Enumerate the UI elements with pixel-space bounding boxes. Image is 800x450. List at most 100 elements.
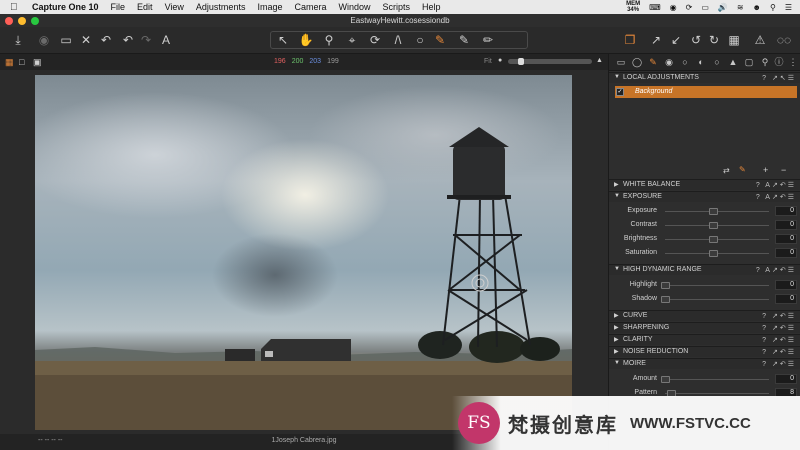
menu-app-name[interactable]: Capture One 10 (32, 2, 99, 12)
zoom-slider[interactable] (508, 58, 592, 65)
slider-knob[interactable] (709, 250, 718, 257)
single-view-icon[interactable]: □ (19, 57, 24, 67)
pointer-tool-icon[interactable]: ↖ (275, 32, 291, 48)
spot-tool-icon[interactable]: ○ (412, 32, 428, 48)
tab-output-icon[interactable]: ▢ (743, 57, 755, 68)
menu-scripts[interactable]: Scripts (383, 2, 411, 12)
layer-visible-checkbox[interactable]: ✓ (616, 88, 624, 96)
tab-library-icon[interactable]: ▭ (615, 57, 627, 68)
tab-lens-icon[interactable]: ○ (711, 57, 723, 68)
clarity-header[interactable]: ▶ CLARITY ? ↗↶☰ (609, 334, 800, 345)
undo-icon[interactable]: ↶ (120, 32, 136, 48)
camera-icon[interactable]: ◉ (36, 32, 52, 48)
local-adjustments-header[interactable]: ▼ LOCAL ADJUSTMENTS ? ↗↖☰ (609, 72, 800, 83)
eye-icon[interactable]: ◉ (670, 3, 677, 12)
menu-camera[interactable]: Camera (294, 2, 326, 12)
slider-value-input[interactable]: 0 (775, 294, 797, 304)
section-tools-icon[interactable]: ? ↗↖☰ (762, 74, 796, 82)
annotate-tool-icon[interactable]: ✏ (480, 32, 496, 48)
tab-search-icon[interactable]: ⚲ (759, 57, 771, 68)
slider-track[interactable] (665, 285, 769, 286)
pan-tool-icon[interactable]: ✋ (298, 32, 314, 48)
section-tools-icon[interactable]: ? A↗↶☰ (756, 181, 796, 189)
hdr-header[interactable]: ▼ HIGH DYNAMIC RANGE ? A↗↶☰ (609, 264, 800, 275)
tab-color-icon[interactable]: ○ (679, 57, 691, 68)
full-view-icon[interactable]: ▣ (33, 57, 42, 68)
slider-knob[interactable] (709, 236, 718, 243)
user-icon[interactable]: ☻ (753, 3, 761, 12)
layer-brush-icon[interactable]: ✎ (739, 165, 746, 174)
sync-icon[interactable]: ⟳ (686, 3, 693, 12)
slider-value-input[interactable]: 0 (775, 234, 797, 244)
airplay-icon[interactable]: ▭ (701, 3, 709, 12)
picker-tool-icon[interactable]: ✎ (456, 32, 472, 48)
menu-help[interactable]: Help (422, 2, 441, 12)
import-icon[interactable]: ⤓ (10, 32, 26, 48)
menu-view[interactable]: View (165, 2, 184, 12)
menu-window[interactable]: Window (338, 2, 370, 12)
grid-icon[interactable]: ▦ (726, 32, 742, 48)
slider-value-input[interactable]: 0 (775, 248, 797, 258)
slider-value-input[interactable]: 0 (775, 206, 797, 216)
menu-edit[interactable]: Edit (137, 2, 153, 12)
slider-knob[interactable] (661, 376, 670, 383)
rotate-right-icon[interactable]: ↻ (706, 32, 722, 48)
search-icon[interactable]: ⚲ (770, 3, 776, 12)
apple-menu-icon[interactable]:  (10, 2, 22, 13)
slider-knob[interactable] (709, 208, 718, 215)
slider-knob[interactable] (709, 222, 718, 229)
slider-value-input[interactable]: 0 (775, 280, 797, 290)
volume-icon[interactable]: 🔊 (718, 3, 728, 12)
layer-background[interactable]: ✓ Background (615, 86, 797, 98)
slider-value-input[interactable]: 0 (775, 374, 797, 384)
zoom-in-icon[interactable]: ▲ (596, 57, 603, 64)
menu-image[interactable]: Image (257, 2, 282, 12)
moire-header[interactable]: ▼ MOIRE ? ↗↶☰ (609, 358, 800, 369)
section-tools-icon[interactable]: ? ↗↶☰ (762, 324, 796, 332)
layer-settings-icon[interactable]: ⇄ (723, 166, 730, 175)
menu-adjustments[interactable]: Adjustments (196, 2, 246, 12)
variants-icon[interactable]: ❐ (622, 32, 638, 48)
copy-adjustments-icon[interactable]: ↗ (648, 32, 664, 48)
tab-camera-icon[interactable]: ◉ (663, 57, 675, 68)
section-tools-icon[interactable]: ? ↗↶☰ (762, 312, 796, 320)
add-layer-button[interactable]: + (763, 165, 768, 175)
redo-icon[interactable]: ↷ (138, 32, 154, 48)
wifi-icon[interactable]: ≋ (737, 3, 744, 12)
tab-capture-icon[interactable]: ◯ (631, 57, 643, 68)
loupe-tool-icon[interactable]: ⚲ (321, 32, 337, 48)
crop-tool-icon[interactable]: ⌖ (344, 32, 360, 48)
tab-details-icon[interactable]: ◐ (695, 57, 707, 68)
list-icon[interactable]: ☰ (785, 3, 792, 12)
apply-adjustments-icon[interactable]: ↙ (668, 32, 684, 48)
white-balance-header[interactable]: ▶ WHITE BALANCE ? A↗↶☰ (609, 179, 800, 190)
folder-icon[interactable]: ▭ (58, 32, 74, 48)
tab-more-icon[interactable]: ⋮ (787, 57, 799, 68)
slider-track[interactable] (665, 379, 769, 380)
reset-icon[interactable]: ↶ (98, 32, 114, 48)
exposure-header[interactable]: ▼ EXPOSURE ? A↗↶☰ (609, 191, 800, 202)
slider-track[interactable] (665, 299, 769, 300)
tab-local-adjustments-icon[interactable]: ✎ (647, 57, 659, 68)
section-tools-icon[interactable]: ? ↗↶☰ (762, 348, 796, 356)
section-tools-icon[interactable]: ? A↗↶☰ (756, 266, 796, 274)
delete-icon[interactable]: ✕ (78, 32, 94, 48)
sharpening-header[interactable]: ▶ SHARPENING ? ↗↶☰ (609, 322, 800, 333)
memory-indicator[interactable]: MEM 34% (626, 1, 640, 13)
brush-tool-icon[interactable]: ✎ (432, 32, 448, 48)
slider-knob[interactable] (661, 282, 670, 289)
zoom-out-icon[interactable]: ● (498, 57, 502, 64)
section-tools-icon[interactable]: ? ↗↶☰ (762, 360, 796, 368)
rotate-left-icon[interactable]: ↺ (688, 32, 704, 48)
proof-glasses-icon[interactable]: ◌◌ (776, 32, 792, 48)
exposure-warning-icon[interactable]: ⚠ (752, 32, 768, 48)
section-tools-icon[interactable]: ? ↗↶☰ (762, 336, 796, 344)
slider-track[interactable] (665, 393, 769, 394)
keyboard-icon[interactable]: ⌨ (649, 3, 661, 12)
slider-knob[interactable] (661, 296, 670, 303)
noise-reduction-header[interactable]: ▶ NOISE REDUCTION ? ↗↶☰ (609, 346, 800, 357)
curve-header[interactable]: ▶ CURVE ? ↗↶☰ (609, 310, 800, 321)
tab-composition-icon[interactable]: ▲ (727, 57, 739, 68)
keystone-tool-icon[interactable]: /\ (390, 32, 406, 48)
fit-label[interactable]: Fit (484, 58, 492, 65)
